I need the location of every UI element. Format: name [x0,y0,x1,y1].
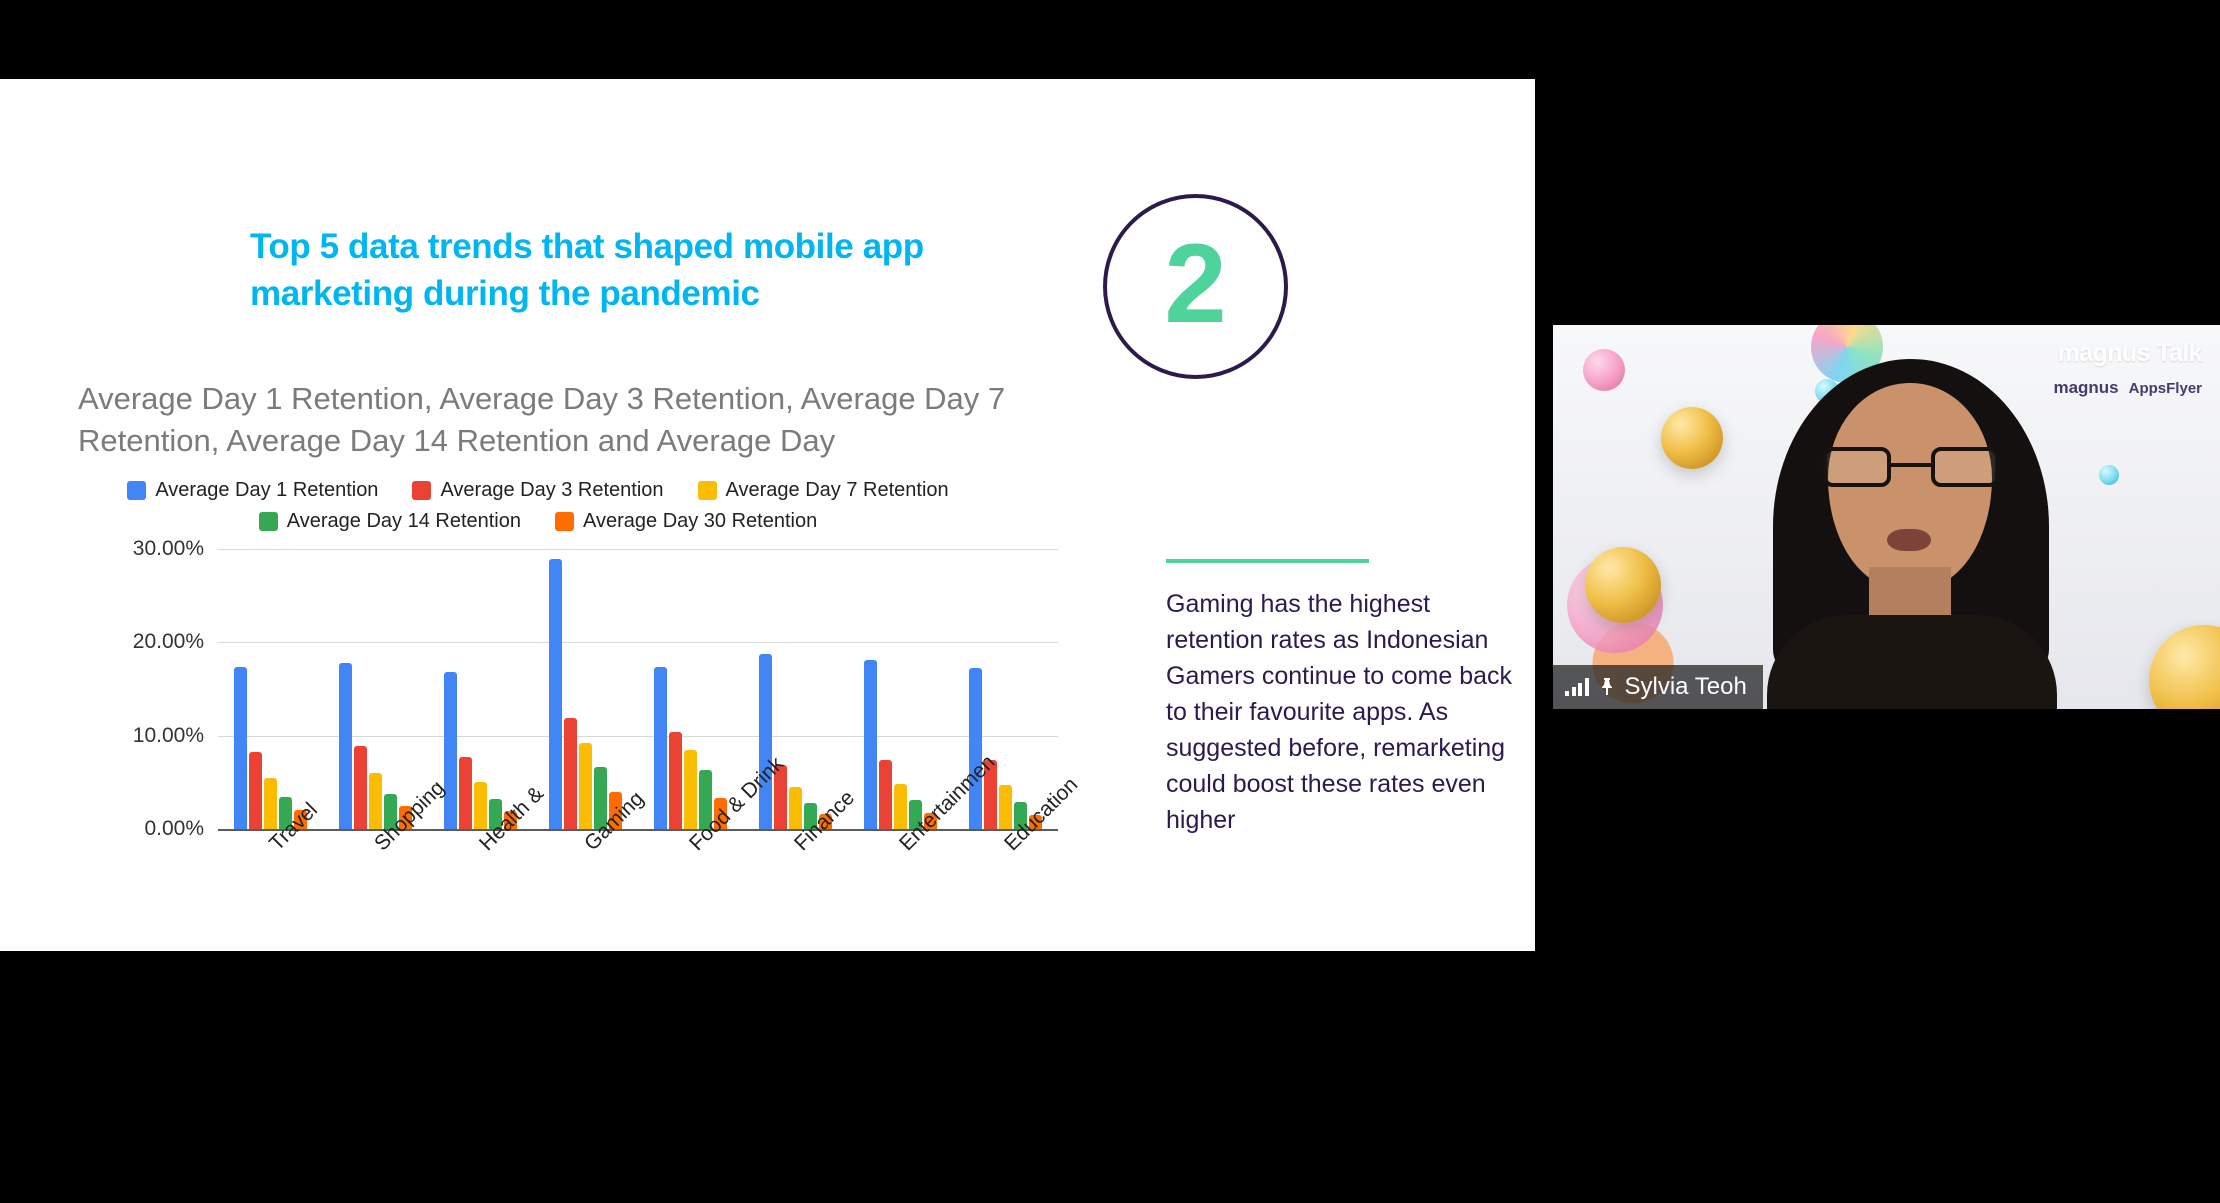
callout-text: Gaming has the highest retention rates a… [1166,586,1516,838]
participant-video-image [1761,353,2061,709]
presentation-slide: Top 5 data trends that shaped mobile app… [0,79,1535,951]
bar[interactable] [444,672,457,829]
legend-item-day14[interactable]: Average Day 14 Retention [259,510,521,533]
bar[interactable] [369,773,382,829]
bar[interactable] [579,743,592,829]
chart-legend: Average Day 1 Retention Average Day 3 Re… [78,479,998,541]
legend-label: Average Day 3 Retention [440,479,663,502]
bar-group [218,549,323,829]
x-axis-label-cell: Food & Drink [638,833,743,943]
decorative-orb-icon [2099,465,2119,485]
participant-name: Sylvia Teoh [1625,673,1747,701]
legend-swatch-icon [412,481,431,500]
step-number-value: 2 [1164,228,1226,340]
legend-label: Average Day 14 Retention [287,510,521,533]
video-participant-tile[interactable]: magnus Talk magnus AppsFlyer Sylvia Teoh [1553,325,2220,709]
callout-panel: Gaming has the highest retention rates a… [1166,559,1516,838]
bar-group [533,549,638,829]
x-axis-label-cell: Finance [743,833,848,943]
bar[interactable] [879,760,892,829]
video-brand-magnus: magnus [2053,378,2118,398]
lens-bridge [1891,463,1931,467]
bar[interactable] [684,750,697,829]
video-brand-appsflyer: AppsFlyer [2129,380,2202,397]
mouth-shape [1887,529,1931,551]
bar[interactable] [894,784,907,829]
bar[interactable] [234,667,247,829]
step-number-badge: 2 [1103,194,1288,379]
bar[interactable] [474,782,487,829]
participant-name-bar: Sylvia Teoh [1553,665,1763,709]
bar[interactable] [354,746,367,829]
bar-group [848,549,953,829]
legend-item-day1[interactable]: Average Day 1 Retention [127,479,378,502]
decorative-orb-icon [1585,547,1661,623]
legend-label: Average Day 7 Retention [726,479,949,502]
legend-item-day30[interactable]: Average Day 30 Retention [555,510,817,533]
bar[interactable] [249,752,262,829]
bar[interactable] [264,778,277,829]
bar[interactable] [564,718,577,829]
x-axis-label-cell: Entertainmen [848,833,953,943]
x-axis-label-cell: Gaming [533,833,638,943]
legend-swatch-icon [698,481,717,500]
pin-icon [1599,677,1615,697]
legend-item-day3[interactable]: Average Day 3 Retention [412,479,663,502]
chart-plot: 30.00%20.00%10.00%0.00% TravelShoppingHe… [78,549,1058,849]
decorative-orb-icon [1583,349,1625,391]
legend-swatch-icon [259,512,278,531]
bar[interactable] [654,667,667,829]
y-axis-tick-label: 10.00% [133,724,204,748]
glasses-icon [1823,447,1999,487]
bar-group [323,549,428,829]
y-axis-tick-label: 0.00% [144,817,204,841]
bar[interactable] [459,757,472,829]
torso-shape [1767,615,2057,709]
page-title: Top 5 data trends that shaped mobile app… [250,224,1095,317]
y-axis-tick-label: 30.00% [133,537,204,561]
legend-label: Average Day 1 Retention [155,479,378,502]
legend-row-1: Average Day 1 Retention Average Day 3 Re… [78,479,998,502]
x-axis-label-cell: Travel [218,833,323,943]
video-brand-overlay: magnus Talk magnus AppsFlyer [2053,339,2202,398]
lens-right [1931,447,1999,487]
bar[interactable] [669,732,682,829]
video-brand-title: magnus Talk [2053,339,2202,368]
bar-group [638,549,743,829]
legend-swatch-icon [555,512,574,531]
video-brand-sub: magnus AppsFlyer [2053,378,2202,398]
x-axis-labels: TravelShoppingHealth &GamingFood & Drink… [218,833,1058,943]
decorative-orb-icon [1661,407,1723,469]
bar[interactable] [339,663,352,829]
callout-rule [1166,559,1369,563]
legend-label: Average Day 30 Retention [583,510,817,533]
x-axis-label-cell: Education [953,833,1058,943]
bar[interactable] [999,785,1012,829]
y-axis-tick-label: 20.00% [133,630,204,654]
x-axis-label-cell: Shopping [323,833,428,943]
legend-swatch-icon [127,481,146,500]
bar-groups [218,549,1058,829]
bar[interactable] [759,654,772,829]
chart-title: Average Day 1 Retention, Average Day 3 R… [78,378,1038,462]
plot-area: 30.00%20.00%10.00%0.00% [218,549,1058,829]
retention-bar-chart: Average Day 1 Retention, Average Day 3 R… [56,364,1056,924]
bar[interactable] [789,787,802,829]
legend-row-2: Average Day 14 Retention Average Day 30 … [78,510,998,533]
bar[interactable] [549,559,562,829]
legend-item-day7[interactable]: Average Day 7 Retention [698,479,949,502]
x-axis-label-cell: Health & [428,833,533,943]
screen: Top 5 data trends that shaped mobile app… [0,0,2220,1203]
signal-strength-icon [1565,678,1589,696]
lens-left [1823,447,1891,487]
bar[interactable] [864,660,877,829]
bar[interactable] [969,668,982,829]
